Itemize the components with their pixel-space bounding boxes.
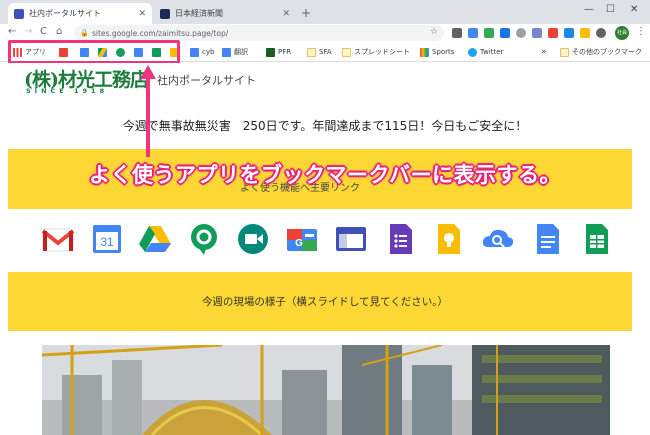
site-title: 社内ポータルサイト bbox=[157, 74, 256, 87]
company-logo[interactable]: (株)材光工務店 SINCE 1918 bbox=[24, 65, 154, 99]
extension-icon[interactable] bbox=[564, 28, 574, 38]
site-favicon-icon bbox=[190, 47, 199, 57]
hangouts-chat-icon[interactable] bbox=[186, 221, 222, 257]
calendar-icon[interactable]: 31 bbox=[89, 221, 125, 257]
bookmark-label: cyb bbox=[202, 48, 215, 56]
annotation-callout: よく使うアプリをブックマークバーに表示する。 bbox=[89, 163, 561, 187]
bookmark-sfa[interactable]: SFA bbox=[307, 45, 332, 59]
translate-icon bbox=[222, 47, 231, 57]
extension-icon[interactable] bbox=[580, 28, 590, 38]
lock-icon: 🔒 bbox=[80, 29, 89, 37]
sheets-icon[interactable] bbox=[578, 221, 614, 257]
extension-icon[interactable] bbox=[500, 28, 510, 38]
currents-icon[interactable]: G bbox=[284, 221, 320, 257]
sites-icon[interactable] bbox=[333, 221, 369, 257]
bookmark-highlight-box bbox=[8, 40, 180, 64]
bookmark-label: 翻訳 bbox=[234, 48, 248, 56]
nikkei-favicon-icon bbox=[160, 8, 170, 19]
home-icon[interactable]: ⌂ bbox=[56, 26, 62, 37]
bookmark-translate[interactable]: 翻訳 bbox=[222, 45, 248, 59]
browser-window: 社内ポータルサイト ✕ 日本経済新聞 ✕ + — ☐ ✕ ← → C ⌂ 🔒 s… bbox=[0, 0, 650, 435]
bookmark-label: PFR bbox=[278, 48, 292, 56]
bookmark-cyb[interactable]: cyb bbox=[190, 45, 214, 59]
menu-icon[interactable]: ⋮ bbox=[636, 26, 646, 37]
folder-icon bbox=[342, 47, 351, 57]
logo-since-text: SINCE 1918 bbox=[26, 87, 109, 95]
bookmark-label: その他のブックマーク bbox=[572, 48, 642, 56]
tab-nikkei[interactable]: 日本経済新聞 ✕ bbox=[154, 3, 296, 24]
extension-icon[interactable] bbox=[516, 28, 526, 38]
gmail-icon[interactable] bbox=[40, 221, 76, 257]
site-favicon-icon bbox=[266, 47, 275, 57]
bookmark-label: Sports bbox=[432, 48, 455, 56]
bookmark-star-icon[interactable]: ☆ bbox=[430, 27, 438, 37]
tab-label: 日本経済新聞 bbox=[175, 9, 223, 18]
calendar-day: 31 bbox=[100, 235, 114, 249]
extension-icon[interactable] bbox=[532, 28, 542, 38]
bookmark-label: SFA bbox=[319, 48, 332, 56]
close-tab-icon[interactable]: ✕ bbox=[282, 9, 290, 19]
bookmark-twitter[interactable]: Twitter bbox=[468, 45, 503, 59]
tab-label: 社内ポータルサイト bbox=[29, 9, 101, 18]
reload-icon[interactable]: C bbox=[40, 26, 47, 37]
minimize-icon[interactable]: — bbox=[584, 4, 594, 15]
maximize-icon[interactable]: ☐ bbox=[606, 4, 615, 15]
page-content: (株)材光工務店 SINCE 1918 社内ポータルサイト 今週で無事故無災害 … bbox=[0, 63, 650, 435]
sports-icon bbox=[420, 47, 429, 57]
forward-icon[interactable]: → bbox=[24, 26, 32, 37]
arrow-up-icon bbox=[140, 65, 156, 157]
extension-icon[interactable] bbox=[548, 28, 558, 38]
bookmark-pfr[interactable]: PFR bbox=[266, 45, 291, 59]
app-shortcuts: 31 G bbox=[38, 221, 618, 261]
construction-site-photo[interactable] bbox=[42, 345, 610, 435]
safety-notice: 今週で無事故無災害 250日です。年間達成まで115日！今日もご安全に！ bbox=[122, 119, 528, 133]
bookmarks-overflow-button[interactable]: » bbox=[541, 45, 547, 59]
bookmark-label: Twitter bbox=[480, 48, 504, 56]
cloud-search-icon[interactable] bbox=[480, 221, 516, 257]
bookmark-other-folder[interactable]: その他のブックマーク bbox=[560, 45, 642, 59]
folder-icon bbox=[560, 47, 569, 57]
close-window-icon[interactable]: ✕ bbox=[630, 4, 638, 15]
extension-icon[interactable] bbox=[452, 28, 462, 38]
extension-icon[interactable] bbox=[484, 28, 494, 38]
forms-icon[interactable] bbox=[382, 221, 418, 257]
twitter-icon bbox=[468, 47, 477, 57]
tab-strip: 社内ポータルサイト ✕ 日本経済新聞 ✕ + — ☐ ✕ bbox=[0, 0, 650, 24]
url-text: sites.google.com/zaimitsu.page/top/ bbox=[92, 28, 229, 38]
new-tab-button[interactable]: + bbox=[298, 5, 314, 21]
meet-icon[interactable] bbox=[235, 221, 271, 257]
extension-icon[interactable] bbox=[596, 28, 606, 38]
svg-text:G: G bbox=[295, 238, 303, 249]
profile-avatar[interactable]: 社員 bbox=[615, 26, 629, 40]
extension-icon[interactable] bbox=[468, 28, 478, 38]
close-tab-icon[interactable]: ✕ bbox=[138, 9, 146, 19]
address-bar[interactable]: 🔒 sites.google.com/zaimitsu.page/top/ ☆ bbox=[74, 25, 444, 41]
keep-icon[interactable] bbox=[431, 221, 467, 257]
field-heading: 今週の現場の様子（横スライドして見てください。） bbox=[201, 296, 449, 308]
bookmark-sports[interactable]: Sports bbox=[420, 45, 454, 59]
back-icon[interactable]: ← bbox=[8, 26, 16, 37]
sites-favicon-icon bbox=[14, 8, 24, 19]
folder-icon bbox=[307, 47, 316, 57]
tab-portal[interactable]: 社内ポータルサイト ✕ bbox=[8, 3, 152, 24]
bookmark-label: スプレッドシート bbox=[354, 48, 410, 56]
docs-icon[interactable] bbox=[529, 221, 565, 257]
drive-icon[interactable] bbox=[137, 221, 173, 257]
bookmark-spreadsheet[interactable]: スプレッドシート bbox=[342, 45, 410, 59]
